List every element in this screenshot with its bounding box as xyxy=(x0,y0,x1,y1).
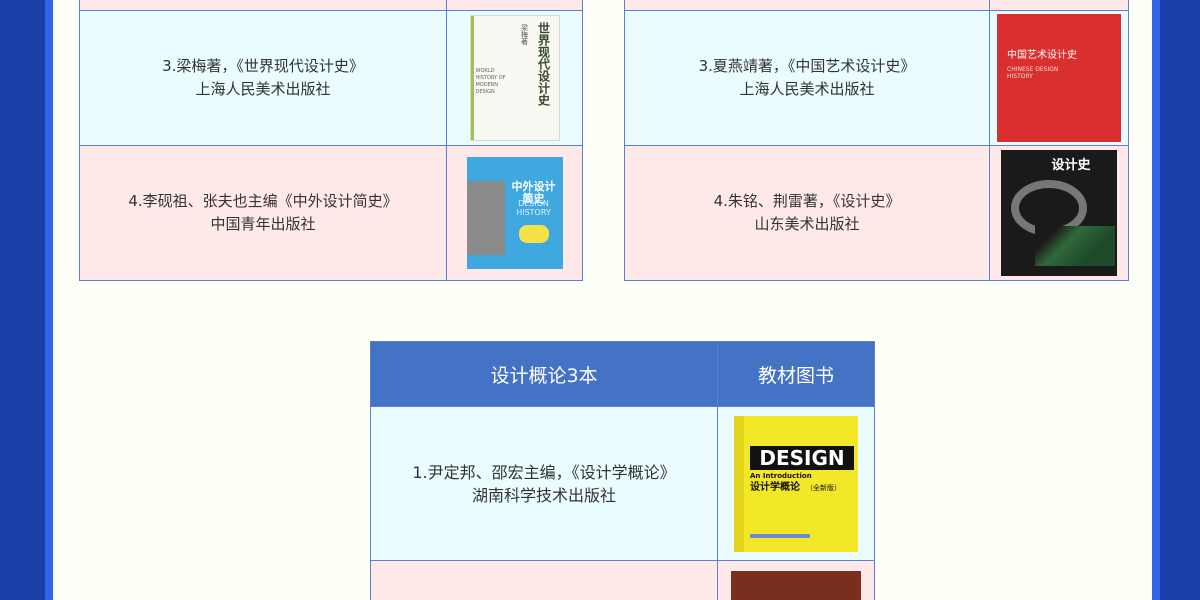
book-cover-image: 中外设计简史 DESIGN HISTORY xyxy=(466,157,563,269)
book-title-text: 1.尹定邦、邵宏主编，《设计学概论》 xyxy=(412,462,676,482)
frame-left-border xyxy=(45,0,53,600)
book-cover-image: 中国艺术设计史 CHINESE DESIGN HISTORY xyxy=(997,14,1121,142)
table-row: 1.尹定邦、邵宏主编，《设计学概论》 湖南科学技术出版社 DESIGN An I… xyxy=(370,406,875,561)
cover-badge xyxy=(518,225,549,243)
header-col-books: 教材图书 xyxy=(717,341,875,407)
header-col-title: 设计概论3本 xyxy=(370,341,718,407)
cover-steps xyxy=(1035,226,1115,266)
cover-edition: （全新版） xyxy=(806,483,841,492)
table-row: 4.朱铭、荆雷著，《设计史》 山东美术出版社 设计史 xyxy=(624,145,1129,281)
book-cover-image: 设计史 xyxy=(1001,150,1117,276)
frame-right-border xyxy=(1152,0,1160,600)
table-header-row: 设计概论3本 教材图书 xyxy=(370,341,875,407)
table-row: 3.夏燕靖著，《中国艺术设计史》 上海人民美术出版社 中国艺术设计史 CHINE… xyxy=(624,10,1129,146)
table-row-partial xyxy=(79,0,583,11)
book-cover-cell: DESIGN An Introduction 设计学概论 （全新版） xyxy=(717,406,875,561)
book-info-cell: 4.朱铭、荆雷著，《设计史》 山东美术出版社 xyxy=(624,145,990,281)
cover-subtitle: An Introduction xyxy=(750,471,812,480)
page-content[interactable]: 3.梁梅著，《世界现代设计史》 上海人民美术出版社 世界现代设计史 梁梅著 WO… xyxy=(53,0,1152,600)
book-cover-cell: 设计史 xyxy=(989,145,1129,281)
cover-logo: DESIGN xyxy=(750,445,854,470)
book-title-text: 3.梁梅著，《世界现代设计史》 xyxy=(162,57,364,75)
table-row-partial xyxy=(624,0,1129,11)
cover-author: 梁梅著 xyxy=(520,24,529,45)
table-row: 4.李砚祖、张夫也主编《中外设计简史》 中国青年出版社 中外设计简史 DESIG… xyxy=(79,145,583,281)
book-cover-image xyxy=(731,571,861,600)
cover-subtitle: CHINESE DESIGN HISTORY xyxy=(1007,66,1059,80)
cover-spine xyxy=(734,415,744,552)
cover-subtitle: DESIGN HISTORY xyxy=(516,199,551,217)
book-info-cell: 1.尹定邦、邵宏主编，《设计学概论》 湖南科学技术出版社 xyxy=(370,406,718,561)
cover-title: 世界现代设计史 xyxy=(536,22,551,106)
cover-subtitle: WORLD HISTORY OF MODERN DESIGN xyxy=(475,68,506,95)
book-title-text: 4.李砚祖、张夫也主编《中外设计简史》 xyxy=(128,192,398,210)
book-publisher-text: 中国青年出版社 xyxy=(210,215,316,233)
cover-title: 设计史 xyxy=(1051,158,1091,173)
book-cover-cell: 中外设计简史 DESIGN HISTORY xyxy=(446,145,583,281)
book-cover-image: 世界现代设计史 梁梅著 WORLD HISTORY OF MODERN DESI… xyxy=(469,15,560,141)
left-book-table: 3.梁梅著，《世界现代设计史》 上海人民美术出版社 世界现代设计史 梁梅著 WO… xyxy=(79,0,583,281)
table-row: 3.梁梅著，《世界现代设计史》 上海人民美术出版社 世界现代设计史 梁梅著 WO… xyxy=(79,10,583,146)
book-info-cell: 4.李砚祖、张夫也主编《中外设计简史》 中国青年出版社 xyxy=(79,145,447,281)
book-info-cell: 3.夏燕靖著，《中国艺术设计史》 上海人民美术出版社 xyxy=(624,10,990,146)
book-title-text: 4.朱铭、荆雷著，《设计史》 xyxy=(713,192,901,210)
book-cover-cell xyxy=(717,560,875,600)
book-cover-image: DESIGN An Introduction 设计学概论 （全新版） xyxy=(734,415,858,552)
book-publisher-text: 上海人民美术出版社 xyxy=(195,80,331,98)
right-book-table: 3.夏燕靖著，《中国艺术设计史》 上海人民美术出版社 中国艺术设计史 CHINE… xyxy=(624,0,1129,281)
table-row-partial xyxy=(370,560,875,600)
cover-title: 设计学概论 xyxy=(750,481,800,493)
book-info-cell: 3.梁梅著，《世界现代设计史》 上海人民美术出版社 xyxy=(79,10,447,146)
cover-title: 中国艺术设计史 xyxy=(1007,50,1077,61)
book-cover-cell: 中国艺术设计史 CHINESE DESIGN HISTORY xyxy=(989,10,1129,146)
book-publisher-text: 山东美术出版社 xyxy=(754,215,860,233)
book-title-text: 3.夏燕靖著，《中国艺术设计史》 xyxy=(698,57,916,75)
cover-stripe xyxy=(470,16,474,140)
design-intro-table: 设计概论3本 教材图书 1.尹定邦、邵宏主编，《设计学概论》 湖南科学技术出版社… xyxy=(370,341,875,600)
cover-footer-bar xyxy=(750,533,810,538)
book-cover-cell: 世界现代设计史 梁梅著 WORLD HISTORY OF MODERN DESI… xyxy=(446,10,583,146)
book-publisher-text: 湖南科学技术出版社 xyxy=(471,485,616,505)
book-publisher-text: 上海人民美术出版社 xyxy=(739,80,875,98)
cover-photo xyxy=(466,181,505,255)
